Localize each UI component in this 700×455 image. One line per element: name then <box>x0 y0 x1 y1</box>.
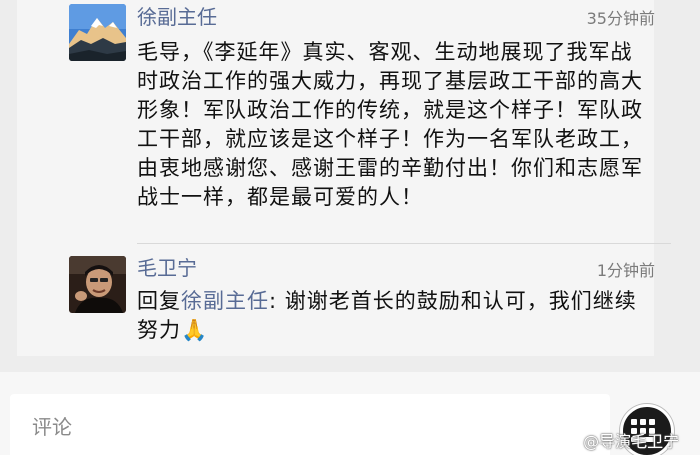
comment-thread-page: 徐副主任 35分钟前 毛导，《李延年》真实、客观、生动地展现了我军战时政治工作的… <box>0 0 700 455</box>
mountain-landscape-icon <box>69 4 126 61</box>
avatar-mao[interactable] <box>69 256 126 313</box>
reply-prefix: 回复 <box>137 289 181 313</box>
comment-time: 35分钟前 <box>586 9 655 28</box>
comment-input-placeholder: 评论 <box>32 415 72 439</box>
weibo-icon <box>556 432 580 451</box>
reply-body: 回复徐副主任: 谢谢老首长的鼓励和认可，我们继续努力🙏 <box>137 287 647 345</box>
person-portrait-icon <box>69 256 126 313</box>
folded-hands-emoji-icon: 🙏 <box>181 318 209 342</box>
reply-colon: : <box>269 289 285 313</box>
comment-author[interactable]: 徐副主任 <box>137 5 217 29</box>
reply-author[interactable]: 毛卫宁 <box>137 256 197 280</box>
avatar-xu[interactable] <box>69 4 126 61</box>
comment-divider <box>137 243 671 244</box>
reply-time: 1分钟前 <box>596 261 655 280</box>
watermark-text: @导演毛卫宁 <box>583 432 680 451</box>
weibo-watermark: @导演毛卫宁 <box>556 428 680 452</box>
reply-to-link[interactable]: 徐副主任 <box>181 289 269 313</box>
comment-card: 徐副主任 35分钟前 毛导，《李延年》真实、客观、生动地展现了我军战时政治工作的… <box>17 0 671 356</box>
comment-input[interactable]: 评论 <box>10 394 610 455</box>
comment-body: 毛导，《李延年》真实、客观、生动地展现了我军战时政治工作的强大威力，再现了基层政… <box>137 40 643 209</box>
